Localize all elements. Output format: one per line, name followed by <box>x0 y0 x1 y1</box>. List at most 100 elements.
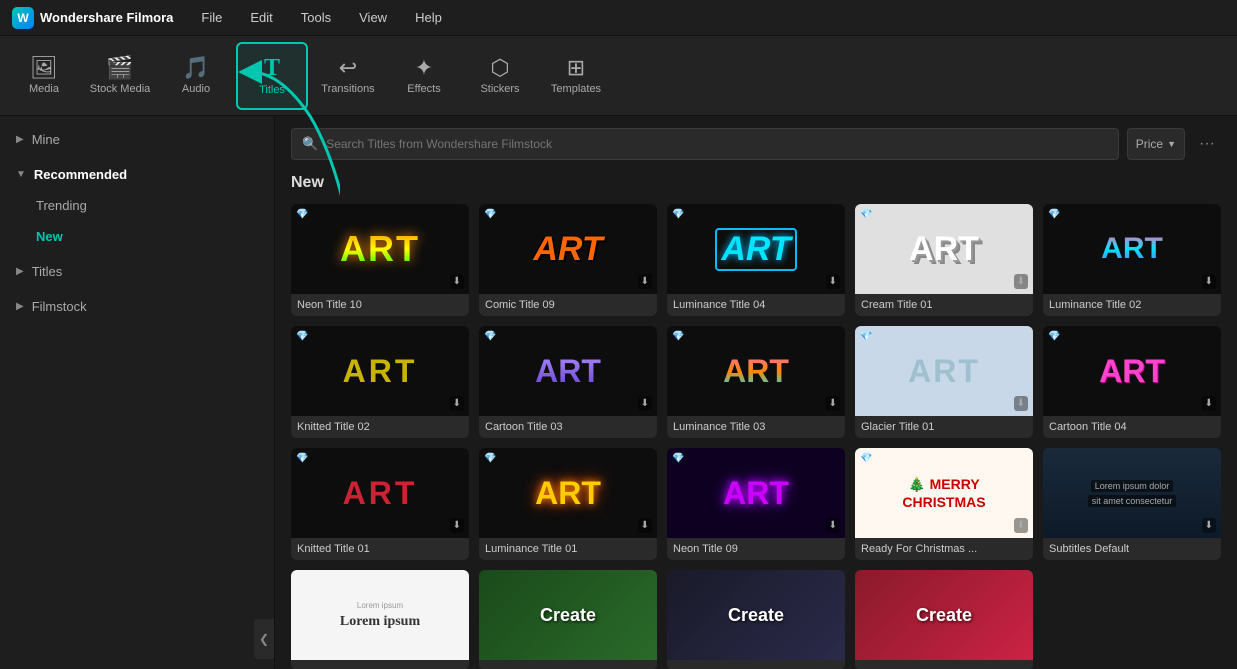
stock-media-label: Stock Media <box>90 83 151 95</box>
sidebar-filmstock-header[interactable]: ▶ Filmstock <box>0 291 274 322</box>
title-card-neon10[interactable]: 💎 ART ⬇ Neon Title 10 <box>291 204 469 316</box>
premium-icon: 💎 <box>672 331 684 342</box>
sidebar-section-recommended: ▼ Recommended Trending New <box>0 159 274 252</box>
main-area: ▶ Mine ▼ Recommended Trending New ▶ Titl… <box>0 116 1237 669</box>
card-label-cartoon03: Cartoon Title 03 <box>479 416 657 438</box>
sidebar-recommended-header[interactable]: ▼ Recommended <box>0 159 274 190</box>
title-card-knitted01[interactable]: 💎 ART ⬇ Knitted Title 01 <box>291 448 469 560</box>
download-icon[interactable]: ⬇ <box>826 396 840 411</box>
title-card-green[interactable]: Create <box>479 570 657 669</box>
audio-icon: 🎵 <box>182 57 209 79</box>
search-input[interactable] <box>326 137 1108 151</box>
sidebar-item-trending[interactable]: Trending <box>0 190 274 221</box>
sidebar-item-new[interactable]: New <box>0 221 274 252</box>
premium-icon: 💎 <box>484 331 496 342</box>
title-card-create3[interactable]: Create <box>855 570 1033 669</box>
card-thumb-knitted02: 💎 ART ⬇ <box>291 326 469 416</box>
toolbar-titles[interactable]: T Titles <box>236 42 308 110</box>
title-card-glacier01[interactable]: 💎 ART ⬇ Glacier Title 01 <box>855 326 1033 438</box>
premium-icon: 💎 <box>296 331 308 342</box>
price-filter[interactable]: Price ▼ <box>1127 128 1185 160</box>
card-label-lum03: Luminance Title 03 <box>667 416 845 438</box>
download-icon[interactable]: ⬇ <box>1014 396 1028 411</box>
content-area: 🔍 Price ▼ ··· New 💎 ART ⬇ Neon Title 10 <box>275 116 1237 669</box>
card-thumb-create3: Create <box>855 570 1033 660</box>
menu-tools[interactable]: Tools <box>297 8 335 27</box>
toolbar-effects[interactable]: ✦ Effects <box>388 42 460 110</box>
art-text: ART <box>340 228 420 270</box>
card-label-cartoon04: Cartoon Title 04 <box>1043 416 1221 438</box>
sidebar-section-filmstock: ▶ Filmstock <box>0 291 274 322</box>
mine-arrow-icon: ▶ <box>16 134 24 145</box>
sidebar-section-titles: ▶ Titles <box>0 256 274 287</box>
card-label-comic09: Comic Title 09 <box>479 294 657 316</box>
title-bar: W Wondershare Filmora File Edit Tools Vi… <box>0 0 1237 36</box>
premium-icon: 💎 <box>484 209 496 220</box>
download-icon[interactable]: ⬇ <box>638 518 652 533</box>
card-thumb-lum02: 💎 ART ⬇ <box>1043 204 1221 294</box>
art-text: ART <box>908 353 980 390</box>
media-icon: 🖼 <box>30 57 58 79</box>
title-card-cartoon04[interactable]: 💎 ART ⬇ Cartoon Title 04 <box>1043 326 1221 438</box>
download-icon[interactable]: ⬇ <box>1202 518 1216 533</box>
title-card-neon09[interactable]: 💎 ART ⬇ Neon Title 09 <box>667 448 845 560</box>
audio-label: Audio <box>182 83 210 95</box>
card-label-knitted02: Knitted Title 02 <box>291 416 469 438</box>
stickers-icon: ⬡ <box>490 57 509 79</box>
card-thumb-neon09: 💎 ART ⬇ <box>667 448 845 538</box>
art-text: ART <box>719 475 793 512</box>
download-icon[interactable]: ⬇ <box>450 518 464 533</box>
card-thumb-cartoon03: 💎 ART ⬇ <box>479 326 657 416</box>
title-card-christmas[interactable]: 💎 🎄 MERRYCHRISTMAS ⬇ Ready For Christmas… <box>855 448 1033 560</box>
title-card-knitted02[interactable]: 💎 ART ⬇ Knitted Title 02 <box>291 326 469 438</box>
app-logo: W Wondershare Filmora <box>12 7 173 29</box>
menu-help[interactable]: Help <box>411 8 446 27</box>
title-card-lum03[interactable]: 💎 ART ⬇ Luminance Title 03 <box>667 326 845 438</box>
more-options-button[interactable]: ··· <box>1193 130 1221 158</box>
download-icon[interactable]: ⬇ <box>450 274 464 289</box>
create-text-2: Create <box>728 605 784 626</box>
download-icon[interactable]: ⬇ <box>826 518 840 533</box>
sidebar-titles-header[interactable]: ▶ Titles <box>0 256 274 287</box>
subtitles-preview: Lorem ipsum dolor sit amet consectetur <box>1088 480 1177 507</box>
title-card-lorem[interactable]: Lorem ipsum Lorem ipsum <box>291 570 469 669</box>
art-text: ART <box>535 475 601 512</box>
title-card-cartoon03[interactable]: 💎 ART ⬇ Cartoon Title 03 <box>479 326 657 438</box>
premium-icon: 💎 <box>296 209 308 220</box>
price-chevron-icon: ▼ <box>1167 139 1176 149</box>
toolbar-audio[interactable]: 🎵 Audio <box>160 42 232 110</box>
sidebar-mine-header[interactable]: ▶ Mine <box>0 124 274 155</box>
filmstock-label: Filmstock <box>32 299 87 314</box>
templates-icon: ⊞ <box>567 57 585 79</box>
title-card-lum02[interactable]: 💎 ART ⬇ Luminance Title 02 <box>1043 204 1221 316</box>
toolbar-media[interactable]: 🖼 Media <box>8 42 80 110</box>
title-card-cream01[interactable]: 💎 ART ⬇ Cream Title 01 <box>855 204 1033 316</box>
download-icon[interactable]: ⬇ <box>826 274 840 289</box>
card-label-lum02: Luminance Title 02 <box>1043 294 1221 316</box>
card-thumb-lum01: 💎 ART ⬇ <box>479 448 657 538</box>
title-card-comic09[interactable]: 💎 ART ⬇ Comic Title 09 <box>479 204 657 316</box>
download-icon[interactable]: ⬇ <box>638 274 652 289</box>
toolbar-transitions[interactable]: ↩ Transitions <box>312 42 384 110</box>
art-text: ART <box>723 353 789 390</box>
download-icon[interactable]: ⬇ <box>1202 274 1216 289</box>
toolbar-templates[interactable]: ⊞ Templates <box>540 42 612 110</box>
title-card-lum04[interactable]: 💎 ART ⬇ Luminance Title 04 <box>667 204 845 316</box>
menu-view[interactable]: View <box>355 8 391 27</box>
card-thumb-knitted01: 💎 ART ⬇ <box>291 448 469 538</box>
download-icon[interactable]: ⬇ <box>1014 518 1028 533</box>
title-card-create2[interactable]: Create <box>667 570 845 669</box>
title-card-lum01[interactable]: 💎 ART ⬇ Luminance Title 01 <box>479 448 657 560</box>
download-icon[interactable]: ⬇ <box>638 396 652 411</box>
download-icon[interactable]: ⬇ <box>1202 396 1216 411</box>
download-icon[interactable]: ⬇ <box>1014 274 1028 289</box>
menu-file[interactable]: File <box>197 8 226 27</box>
sidebar-collapse-button[interactable]: ❮ <box>254 619 274 659</box>
menu-edit[interactable]: Edit <box>246 8 276 27</box>
premium-icon: 💎 <box>1048 331 1060 342</box>
transitions-label: Transitions <box>321 83 374 95</box>
title-card-subtitles[interactable]: Lorem ipsum dolor sit amet consectetur ⬇… <box>1043 448 1221 560</box>
toolbar-stock-media[interactable]: 🎬 Stock Media <box>84 42 156 110</box>
download-icon[interactable]: ⬇ <box>450 396 464 411</box>
toolbar-stickers[interactable]: ⬡ Stickers <box>464 42 536 110</box>
